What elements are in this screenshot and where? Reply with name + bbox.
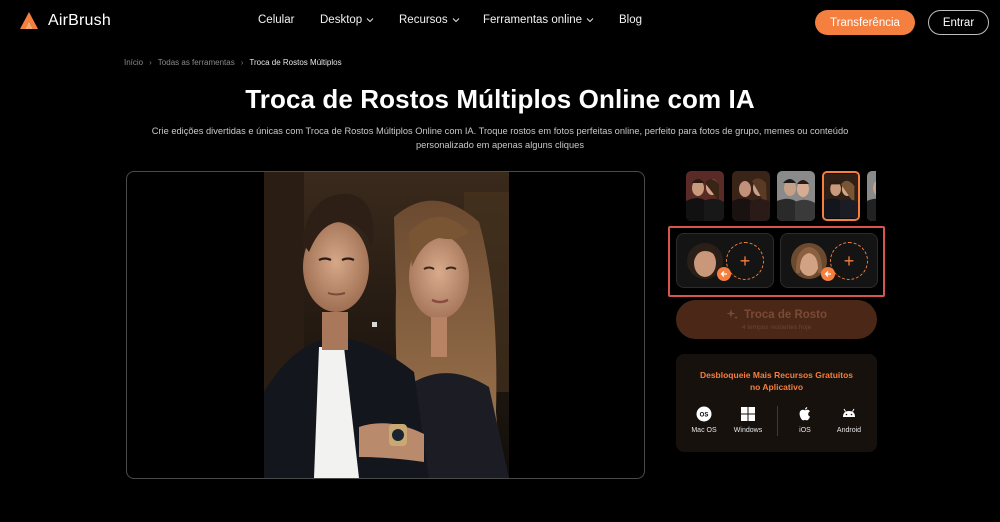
breadcrumb-current: Troca de Rostos Múltiplos	[249, 58, 342, 67]
page-title: Troca de Rostos Múltiplos Online com IA	[245, 84, 755, 114]
brand-name: AirBrush	[48, 12, 111, 29]
face-swap-button-label: Troca de Rosto	[743, 308, 828, 321]
nav-desktop[interactable]: Desktop	[320, 14, 374, 26]
page-subtitle: Crie edições divertidas e únicas com Tro…	[151, 126, 849, 150]
template-thumbnails	[686, 171, 876, 221]
template-thumbnail[interactable]	[732, 171, 770, 221]
nav-celular[interactable]: Celular	[258, 14, 294, 26]
chevron-down-icon	[586, 18, 594, 23]
promo-title: Desbloqueie Mais Recursos Gratuitos no A…	[699, 370, 854, 392]
nav-recursos[interactable]: Recursos	[399, 14, 460, 26]
login-button[interactable]: Entrar	[928, 10, 989, 35]
top-navbar: AirBrush Celular Desktop Recursos Ferram…	[0, 0, 1000, 44]
android-icon	[843, 408, 855, 417]
add-face-button-2[interactable]: +	[830, 242, 868, 280]
sparkle-icon	[726, 309, 738, 320]
breadcrumb-all-tools[interactable]: Todas as ferramentas	[158, 58, 235, 67]
remaining-uses-text: 4 tempos restantes hoje	[741, 324, 812, 331]
transfer-button[interactable]: Transferência	[815, 10, 915, 35]
chevron-down-icon	[366, 18, 374, 23]
template-thumbnail[interactable]	[777, 171, 815, 221]
breadcrumb: Início › Todas as ferramentas › Troca de…	[124, 58, 342, 67]
app-promo-card: Desbloqueie Mais Recursos Gratuitos no A…	[676, 354, 877, 452]
airbrush-logo-icon	[20, 12, 38, 29]
add-face-button-1[interactable]: +	[726, 242, 764, 280]
platform-macos[interactable]: OS Mac OS	[684, 406, 724, 434]
face-slot-2: +	[780, 233, 878, 288]
couple-photo	[264, 172, 509, 478]
airbrush-logo[interactable]: AirBrush	[18, 10, 111, 32]
platform-android[interactable]: Android	[829, 406, 869, 434]
chevron-down-icon	[452, 18, 459, 23]
breadcrumb-separator-icon: ›	[240, 58, 244, 67]
arrow-left-icon	[717, 267, 731, 281]
nav-blog[interactable]: Blog	[619, 14, 642, 26]
template-thumbnail[interactable]	[686, 171, 724, 221]
breadcrumb-separator-icon: ›	[149, 58, 152, 67]
windows-icon	[741, 407, 755, 421]
face-slot-1: +	[676, 233, 774, 288]
image-canvas[interactable]	[126, 171, 645, 479]
arrow-left-icon	[821, 267, 835, 281]
promo-divider	[777, 406, 778, 436]
macos-icon: OS	[696, 406, 712, 422]
platform-ios[interactable]: iOS	[785, 406, 825, 434]
apple-icon	[799, 407, 810, 421]
nav-ferramentas-online[interactable]: Ferramentas online	[483, 14, 594, 26]
template-thumbnail-selected[interactable]	[822, 171, 860, 221]
platform-windows[interactable]: Windows	[728, 406, 768, 434]
svg-text:OS: OS	[700, 413, 709, 419]
face-swap-button[interactable]: Troca de Rosto 4 tempos restantes hoje	[676, 300, 877, 339]
breadcrumb-home[interactable]: Início	[124, 58, 143, 67]
template-thumbnail[interactable]	[867, 171, 876, 221]
